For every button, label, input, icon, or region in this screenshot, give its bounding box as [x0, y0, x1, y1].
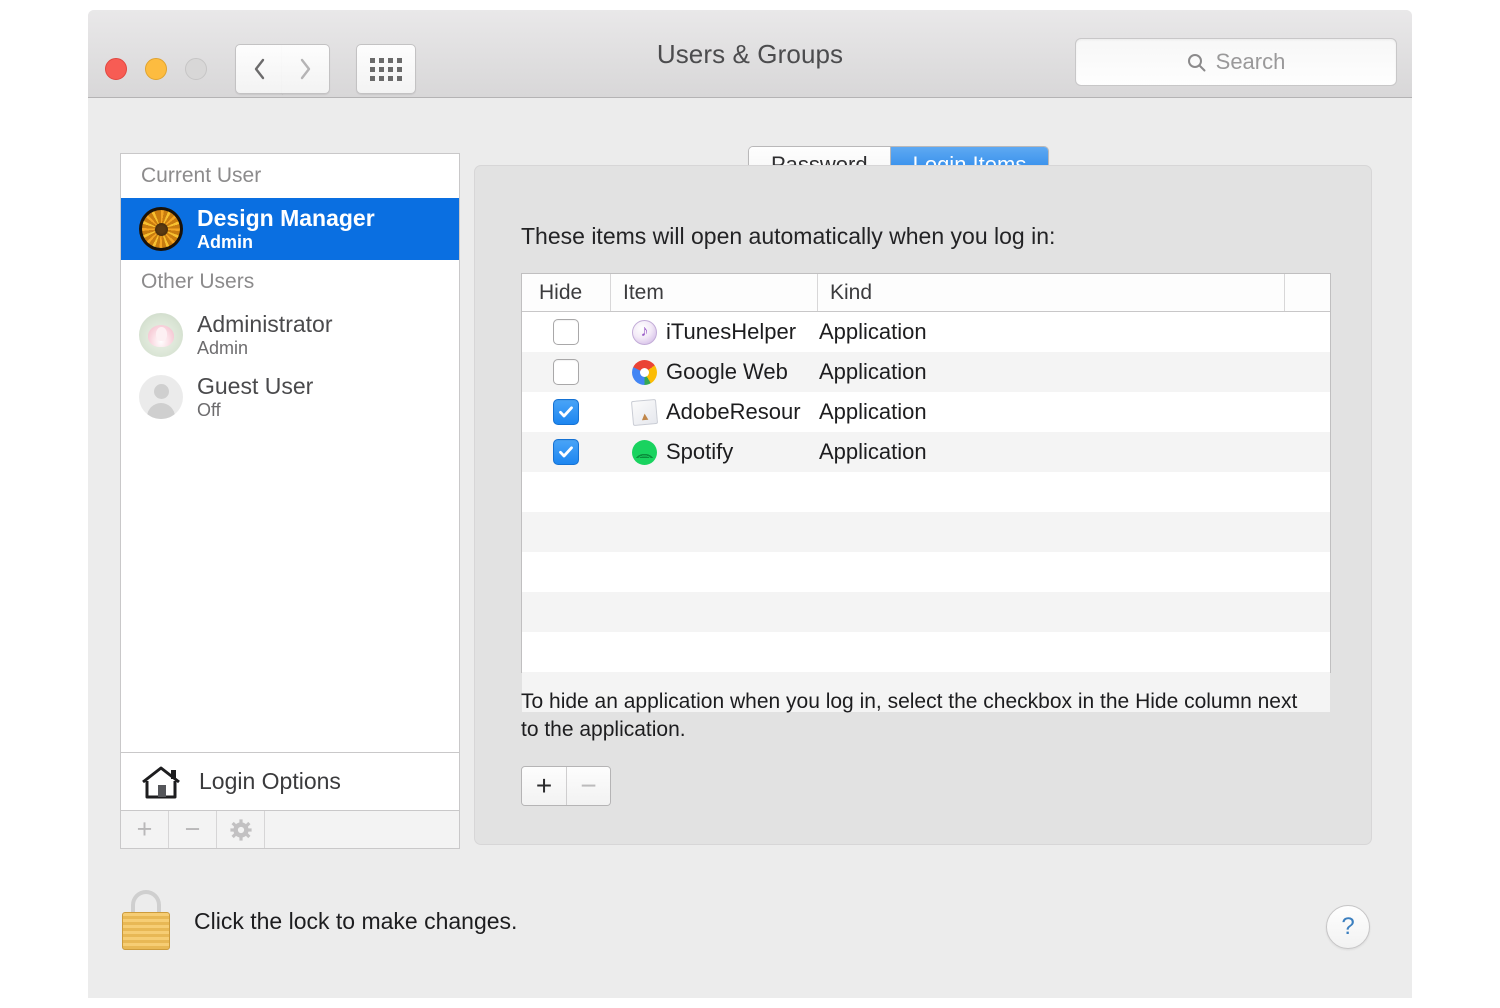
sidebar-group-header-other-users: Other Users [121, 260, 459, 304]
sidebar-item-guest-user[interactable]: Guest User Off [121, 366, 459, 428]
panel-title: These items will open automatically when… [521, 223, 1055, 250]
item-label: AdobeResour [666, 399, 801, 425]
sidebar-button-bar-filler [265, 811, 459, 848]
table-empty-row [522, 632, 1330, 672]
adobe-icon [631, 398, 658, 425]
table-row[interactable]: Google Web Application [522, 352, 1330, 392]
item-label: Spotify [666, 439, 733, 465]
sidebar-item-administrator[interactable]: Administrator Admin [121, 304, 459, 366]
table-empty-row [522, 552, 1330, 592]
login-options-button[interactable]: Login Options [120, 753, 460, 811]
kind-cell: Application [817, 439, 1330, 465]
user-role: Admin [197, 232, 375, 252]
user-role: Admin [197, 338, 332, 358]
sidebar-group-header-current-user: Current User [121, 154, 459, 198]
google-icon [632, 360, 657, 385]
column-header-kind[interactable]: Kind [817, 274, 1284, 311]
help-button[interactable]: ? [1326, 905, 1370, 949]
locked-padlock-icon[interactable] [120, 890, 172, 952]
user-name: Design Manager [197, 206, 375, 232]
users-and-groups-window: Users & Groups Search Current User Desig… [88, 10, 1412, 998]
kind-cell: Application [817, 319, 1330, 345]
hide-cell[interactable] [522, 439, 610, 465]
hide-cell[interactable] [522, 399, 610, 425]
kind-cell: Application [817, 399, 1330, 425]
checkmark-icon [557, 443, 575, 461]
house-icon [139, 764, 183, 800]
default-person-avatar [139, 375, 183, 419]
column-header-spacer [1284, 274, 1330, 311]
sidebar-item-design-manager[interactable]: Design Manager Admin [121, 198, 459, 260]
column-header-item[interactable]: Item [610, 274, 817, 311]
lotus-avatar [139, 313, 183, 357]
hide-column-help-text: To hide an application when you log in, … [521, 688, 1311, 745]
hide-checkbox[interactable] [553, 399, 579, 425]
settings-gear-button[interactable] [217, 811, 265, 848]
item-cell: Google Web [610, 359, 817, 385]
checkmark-icon [557, 403, 575, 421]
table-empty-row [522, 472, 1330, 512]
spotify-icon [632, 440, 657, 465]
table-row[interactable]: iTunesHelper Application [522, 312, 1330, 352]
search-icon [1187, 53, 1206, 72]
hide-cell[interactable] [522, 359, 610, 385]
login-items-panel: These items will open automatically when… [474, 165, 1372, 845]
users-sidebar: Current User Design Manager Admin Other … [120, 153, 460, 753]
item-label: Google Web [666, 359, 788, 385]
gear-icon [230, 819, 252, 841]
itunes-icon [632, 320, 657, 345]
add-login-item-button[interactable]: + [522, 767, 566, 805]
login-options-label: Login Options [199, 768, 341, 795]
lock-hint-label: Click the lock to make changes. [194, 908, 517, 935]
add-user-button[interactable]: + [121, 811, 169, 848]
table-empty-row [522, 512, 1330, 552]
user-name: Administrator [197, 312, 332, 338]
hide-checkbox[interactable] [553, 439, 579, 465]
column-header-hide[interactable]: Hide [522, 274, 610, 311]
kind-cell: Application [817, 359, 1330, 385]
user-name: Guest User [197, 374, 313, 400]
table-row[interactable]: Spotify Application [522, 432, 1330, 472]
item-cell: Spotify [610, 439, 817, 465]
item-cell: iTunesHelper [610, 319, 817, 345]
hide-cell[interactable] [522, 319, 610, 345]
search-placeholder: Search [1216, 49, 1286, 75]
sunflower-avatar [139, 207, 183, 251]
remove-user-button[interactable]: − [169, 811, 217, 848]
table-empty-row [522, 592, 1330, 632]
window-titlebar: Users & Groups Search [88, 10, 1412, 98]
user-role: Off [197, 400, 313, 420]
add-remove-button-group: + − [521, 766, 611, 806]
item-cell: AdobeResour [610, 399, 817, 425]
table-row[interactable]: AdobeResour Application [522, 392, 1330, 432]
table-header-row: Hide Item Kind [522, 274, 1330, 312]
hide-checkbox[interactable] [553, 359, 579, 385]
search-field[interactable]: Search [1075, 38, 1397, 86]
lock-row[interactable]: Click the lock to make changes. [120, 890, 517, 952]
item-label: iTunesHelper [666, 319, 796, 345]
hide-checkbox[interactable] [553, 319, 579, 345]
remove-login-item-button[interactable]: − [566, 767, 610, 805]
sidebar-button-bar: + − [120, 811, 460, 849]
login-items-table: Hide Item Kind iTunesHelper Application [521, 273, 1331, 673]
